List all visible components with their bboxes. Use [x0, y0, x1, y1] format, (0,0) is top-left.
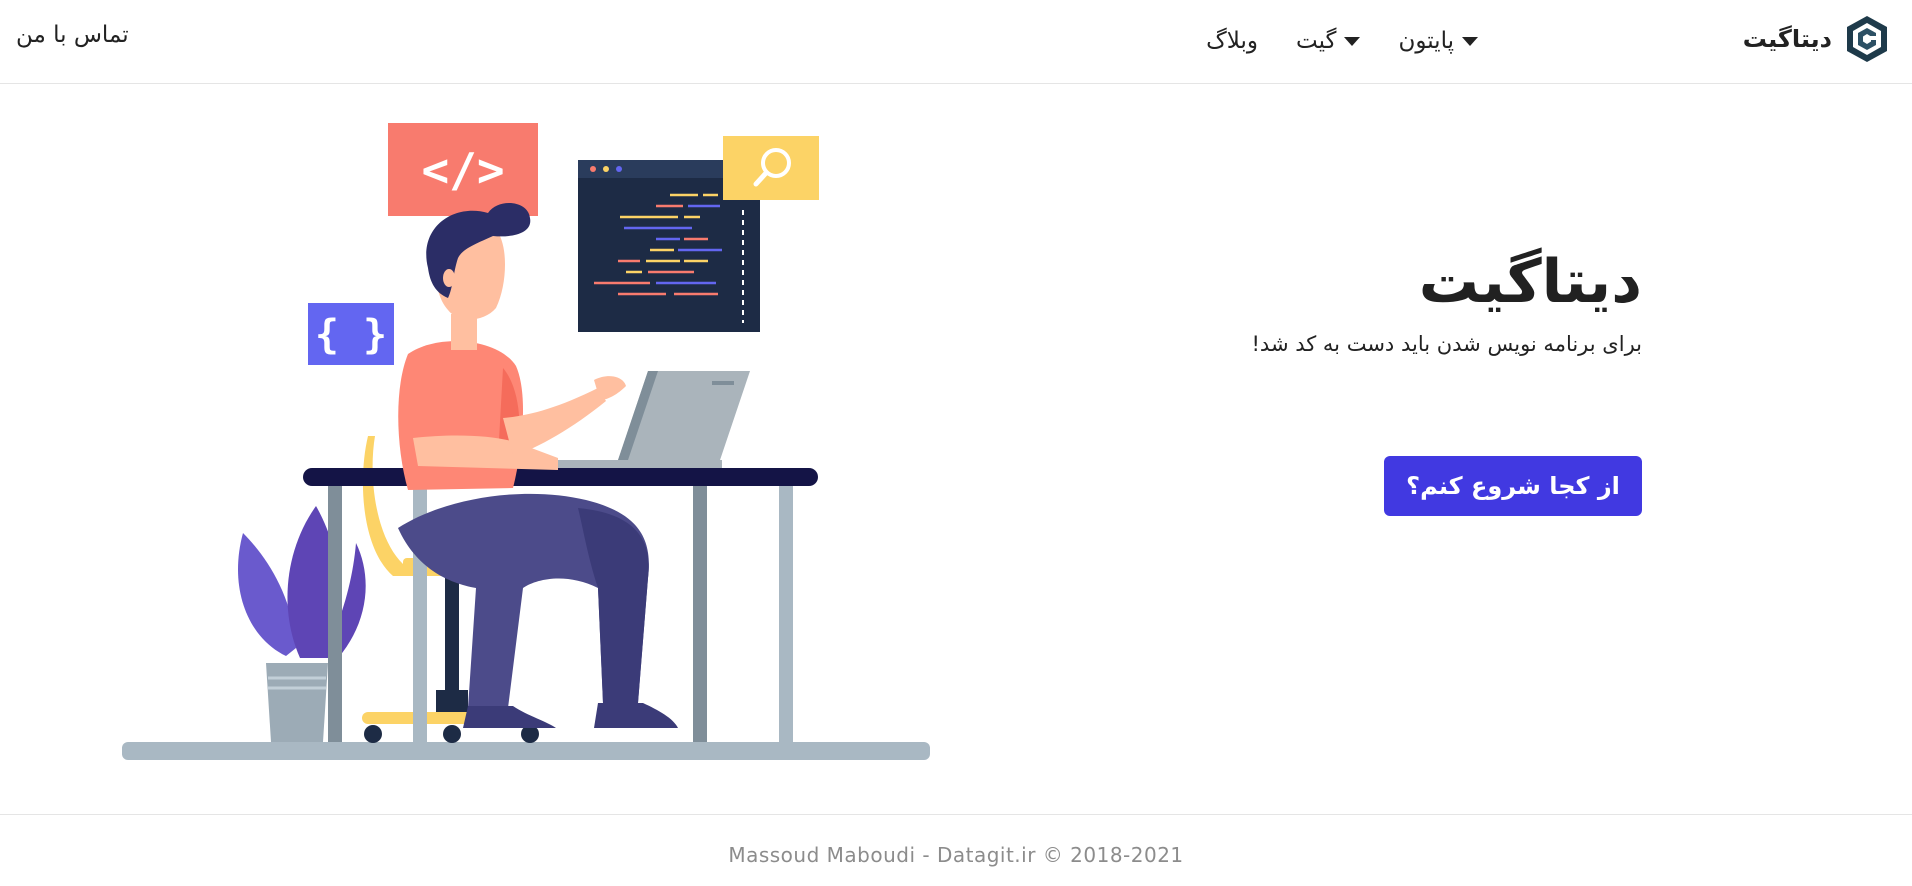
- menu-item-git[interactable]: گیت: [1295, 28, 1361, 54]
- menu-item-python[interactable]: پایتون: [1398, 28, 1478, 54]
- navbar: دیتاگیت پایتون گیت وبلاگ تماس با من: [0, 0, 1912, 84]
- caret-down-icon: [1462, 36, 1478, 46]
- menu-item-label: پایتون: [1398, 28, 1454, 54]
- search-icon: [723, 136, 819, 200]
- floor: [122, 742, 930, 760]
- footer: Massoud Maboudi - Datagit.ir © 2018-2021: [0, 814, 1912, 886]
- plant-icon: [237, 506, 366, 742]
- caret-down-icon: [1344, 36, 1361, 46]
- menu-item-label: وبلاگ: [1206, 28, 1258, 54]
- get-started-button[interactable]: از کجا شروع کنم؟: [1384, 456, 1642, 516]
- brand-link[interactable]: دیتاگیت: [1743, 14, 1890, 64]
- brand-name: دیتاگیت: [1742, 25, 1832, 53]
- menu-item-blog[interactable]: وبلاگ: [1206, 28, 1258, 54]
- laptop-icon: [552, 371, 750, 468]
- developer-illustration: </> { }: [122, 123, 930, 760]
- main-menu: پایتون گیت وبلاگ: [1206, 22, 1478, 60]
- hero-subtitle: برای برنامه نویس شدن باید دست به کد شد!: [1251, 332, 1642, 356]
- braces-glyph: { }: [315, 312, 387, 358]
- hero-title: دیتاگیت: [1418, 247, 1642, 317]
- datagit-logo-icon: [1847, 16, 1887, 62]
- code-tag-icon: </>: [388, 123, 538, 216]
- code-tag-glyph: </>: [421, 143, 504, 197]
- menu-item-label: گیت: [1295, 28, 1337, 54]
- copyright-text: Massoud Maboudi - Datagit.ir © 2018-2021: [728, 843, 1184, 867]
- contact-link[interactable]: تماس با من: [16, 22, 129, 48]
- braces-icon: { }: [308, 303, 394, 365]
- hero-text: دیتاگیت برای برنامه نویس شدن باید دست به…: [1002, 240, 1642, 356]
